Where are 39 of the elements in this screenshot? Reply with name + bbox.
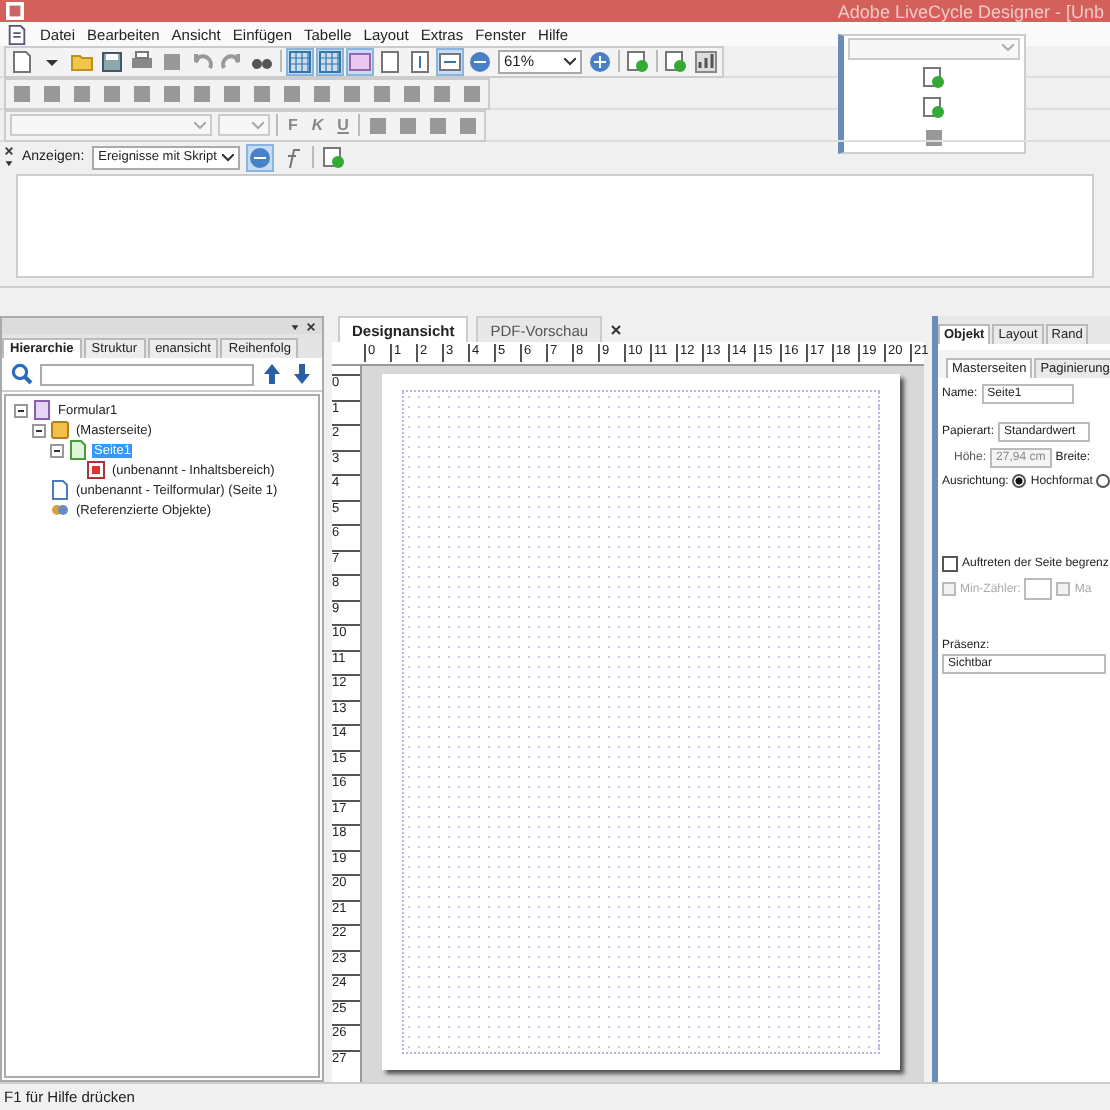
document-icon[interactable] xyxy=(6,23,28,45)
window-title: Adobe LiveCycle Designer - [Unb xyxy=(837,1,1104,21)
fit-width-icon[interactable] xyxy=(438,49,462,73)
document-icon xyxy=(50,480,70,500)
search-icon[interactable] xyxy=(10,362,34,386)
zoom-in-icon[interactable] xyxy=(588,49,612,73)
radio-button[interactable] xyxy=(1096,474,1110,488)
window-icon[interactable] xyxy=(348,49,372,73)
font-size-dropdown[interactable] xyxy=(218,114,270,136)
radio-button[interactable] xyxy=(1012,474,1027,488)
close-icon[interactable] xyxy=(306,321,316,331)
arrow-up-icon[interactable] xyxy=(260,362,284,386)
arrow-down-icon[interactable] xyxy=(290,362,314,386)
page-icon[interactable] xyxy=(922,95,946,119)
expand-toggle[interactable] xyxy=(32,423,46,437)
page-icon[interactable] xyxy=(378,49,402,73)
folder-icon xyxy=(50,420,70,440)
printer-icon[interactable] xyxy=(130,49,154,73)
close-icon[interactable] xyxy=(4,146,14,156)
undo-icon[interactable] xyxy=(190,49,214,73)
grid-icon[interactable] xyxy=(288,49,312,73)
save-icon[interactable] xyxy=(100,49,124,73)
min-count-field[interactable] xyxy=(1024,578,1053,600)
page-icon[interactable] xyxy=(626,49,650,73)
zoom-out-icon[interactable] xyxy=(468,49,492,73)
grid-icon[interactable] xyxy=(318,49,342,73)
search-field[interactable] xyxy=(40,363,254,385)
page-icon[interactable] xyxy=(664,49,688,73)
page-icon xyxy=(68,440,88,460)
fit-height-icon[interactable] xyxy=(408,49,432,73)
bar-chart-icon[interactable] xyxy=(694,49,718,73)
page-icon[interactable] xyxy=(922,65,946,89)
expand-toggle[interactable] xyxy=(14,403,28,417)
close-icon[interactable] xyxy=(610,323,623,335)
content-area-icon xyxy=(86,460,106,480)
checkbox[interactable] xyxy=(942,556,958,572)
expand-toggle[interactable] xyxy=(50,443,64,457)
caret-icon[interactable] xyxy=(4,158,14,168)
form-icon xyxy=(32,400,52,420)
